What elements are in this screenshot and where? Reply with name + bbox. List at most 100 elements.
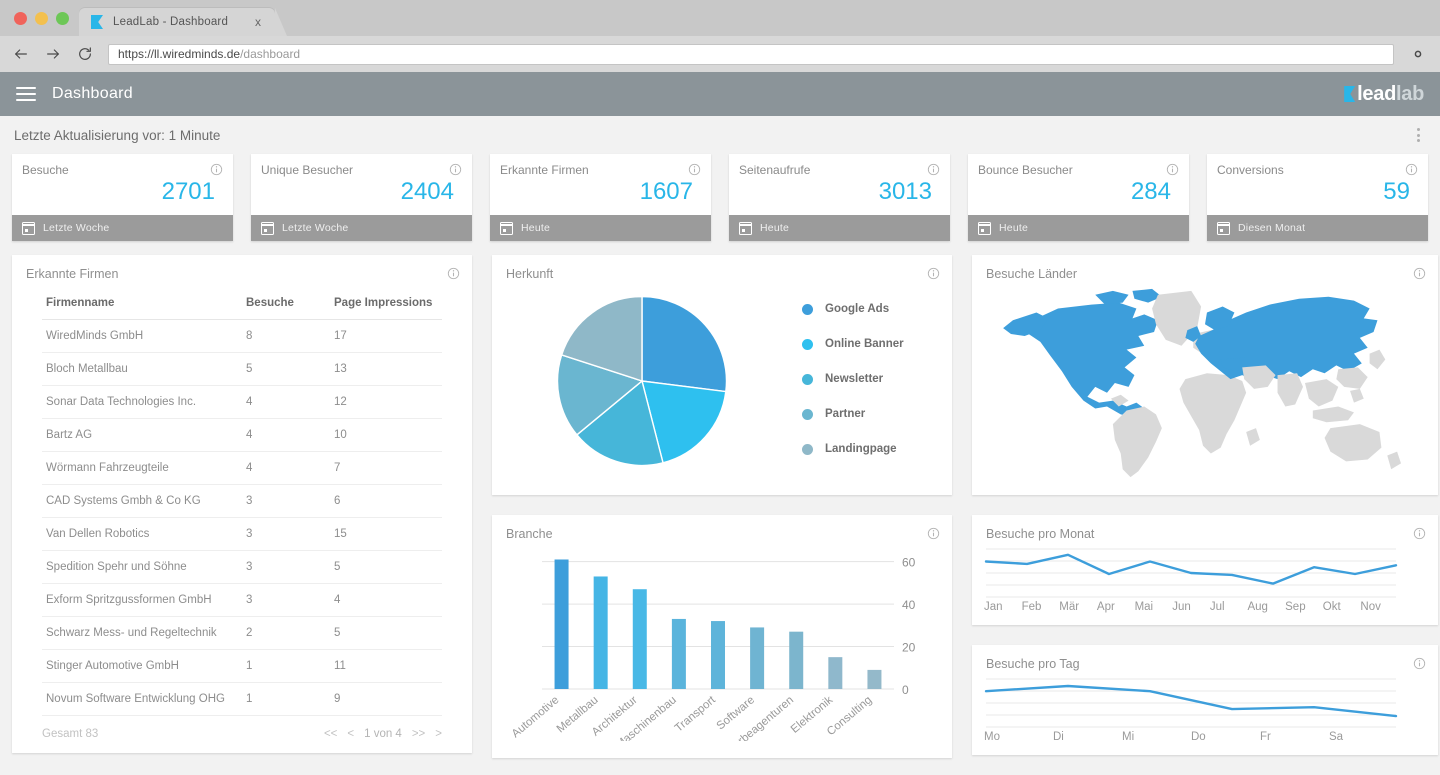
info-icon[interactable]: [210, 163, 223, 176]
day-axis-labels: Mo Di Mi Do Fr Sa: [972, 731, 1438, 743]
table-row[interactable]: Van Dellen Robotics 3 15: [42, 517, 442, 551]
table-row[interactable]: Bloch Metallbau 5 13: [42, 352, 442, 386]
info-icon[interactable]: [1413, 527, 1426, 540]
calendar-icon: [261, 221, 274, 235]
legend-swatch: [802, 443, 813, 455]
close-window-button[interactable]: [14, 11, 27, 25]
leadlab-flag-icon: [91, 15, 103, 29]
hamburger-icon[interactable]: [16, 87, 36, 101]
table-row[interactable]: Wörmann Fahrzeugteile 4 7: [42, 451, 442, 485]
cell-impressions: 5: [330, 550, 442, 584]
kpi-card-seitenaufrufe[interactable]: Seitenaufrufe 3013 Heute: [729, 154, 950, 241]
cell-company: Van Dellen Robotics: [42, 517, 242, 551]
table-row[interactable]: Spedition Spehr und Söhne 3 5: [42, 550, 442, 584]
y-tick-label: 60: [902, 556, 916, 570]
total-count: Gesamt 83: [42, 728, 99, 740]
maximize-window-button[interactable]: [56, 11, 69, 25]
table-row[interactable]: Sonar Data Technologies Inc. 4 12: [42, 385, 442, 419]
kpi-card-besuche[interactable]: Besuche 2701 Letzte Woche: [12, 154, 233, 241]
bar-werbeagenturen[interactable]: [789, 631, 804, 689]
kpi-card-unique-besucher[interactable]: Unique Besucher 2404 Letzte Woche: [251, 154, 472, 241]
close-tab-button[interactable]: x: [249, 15, 267, 29]
info-icon[interactable]: [927, 527, 940, 540]
cell-visits: 4: [242, 451, 330, 485]
first-page-button[interactable]: <<: [324, 728, 337, 740]
month-line-chart[interactable]: [972, 541, 1438, 601]
bar-chart[interactable]: 0 20 40 60 Automotive Metallbau Architektur Mas…: [506, 545, 938, 741]
kpi-card-erkannte-firmen[interactable]: Erkannte Firmen 1607 Heute: [490, 154, 711, 241]
day-line-chart[interactable]: [972, 671, 1438, 731]
bar-automotive[interactable]: [554, 559, 569, 689]
column-header-page-impressions[interactable]: Page Impressions: [330, 291, 442, 320]
x-tick: Apr: [1096, 601, 1115, 613]
legend-swatch: [802, 338, 813, 350]
bar-maschinenbau[interactable]: [671, 618, 686, 689]
panel-column-right: Besuche Länder Besuche pro Monat Jan Feb…: [972, 255, 1438, 758]
line-series[interactable]: [984, 553, 1398, 585]
info-icon[interactable]: [449, 163, 462, 176]
kpi-card-conversions[interactable]: Conversions 59 Diesen Monat: [1207, 154, 1428, 241]
panel-title: Erkannte Firmen: [26, 267, 119, 281]
kebab-menu-icon[interactable]: [1411, 122, 1426, 148]
info-icon[interactable]: [1413, 657, 1426, 670]
bar-metallbau[interactable]: [593, 576, 608, 689]
bar-transport[interactable]: [711, 621, 725, 689]
cell-impressions: 11: [330, 649, 442, 683]
next-page-button[interactable]: >: [435, 728, 442, 740]
address-bar[interactable]: https://ll.wiredminds.de/dashboard: [108, 43, 1394, 65]
back-arrow-icon[interactable]: [12, 45, 30, 63]
info-icon[interactable]: [1413, 267, 1426, 280]
cell-company: Novum Software Entwicklung OHG: [42, 682, 242, 716]
table-row[interactable]: WiredMinds GmbH 8 17: [42, 319, 442, 353]
info-icon[interactable]: [927, 267, 940, 280]
table-row[interactable]: CAD Systems Gmbh & Co KG 3 6: [42, 484, 442, 518]
minimize-window-button[interactable]: [35, 11, 48, 25]
legend-item-google-ads[interactable]: Google Ads: [802, 303, 952, 315]
cell-impressions: 7: [330, 451, 442, 485]
x-tick: Mi: [1122, 731, 1135, 743]
kpi-card-bounce-besucher[interactable]: Bounce Besucher 284 Heute: [968, 154, 1189, 241]
tab-title: LeadLab - Dashboard: [113, 16, 229, 28]
column-header-besuche[interactable]: Besuche: [242, 291, 330, 320]
legend-item-newsletter[interactable]: Newsletter: [802, 373, 952, 385]
prev-page-button[interactable]: <: [347, 728, 354, 740]
table-row[interactable]: Bartz AG 4 10: [42, 418, 442, 452]
table-row[interactable]: Novum Software Entwicklung OHG 1 9: [42, 682, 442, 716]
legend-swatch: [802, 303, 813, 315]
column-header-firmenname[interactable]: Firmenname: [42, 291, 242, 320]
legend-swatch: [802, 373, 813, 385]
region-africa: [1179, 373, 1247, 454]
forward-arrow-icon[interactable]: [44, 45, 62, 63]
table-row[interactable]: Exform Spritzgussformen GmbH 3 4: [42, 583, 442, 617]
kpi-period: Heute: [999, 222, 1029, 234]
info-icon[interactable]: [1405, 163, 1418, 176]
bar-architektur[interactable]: [632, 589, 647, 689]
bar-software[interactable]: [750, 627, 765, 689]
region-north-america: [1028, 302, 1158, 419]
bar-consulting[interactable]: [867, 669, 882, 689]
cell-visits: 3: [242, 550, 330, 584]
legend-item-landingpage[interactable]: Landingpage: [802, 443, 952, 455]
info-icon[interactable]: [927, 163, 940, 176]
kpi-label: Bounce Besucher: [978, 163, 1073, 177]
info-icon[interactable]: [1166, 163, 1179, 176]
legend-item-partner[interactable]: Partner: [802, 408, 952, 420]
table-row[interactable]: Stinger Automotive GmbH 1 11: [42, 649, 442, 683]
last-page-button[interactable]: >>: [412, 728, 425, 740]
table-row[interactable]: Schwarz Mess- und Regeltechnik 2 5: [42, 616, 442, 650]
legend-label: Newsletter: [825, 373, 884, 385]
world-map[interactable]: [972, 281, 1438, 481]
pie-slice-google-ads[interactable]: [641, 295, 728, 393]
legend-item-online-banner[interactable]: Online Banner: [802, 338, 952, 350]
panel-title: Branche: [506, 527, 553, 541]
browser-tab-bar: LeadLab - Dashboard x: [0, 0, 1440, 36]
browser-tab[interactable]: LeadLab - Dashboard x: [79, 8, 287, 36]
gear-icon[interactable]: [1408, 44, 1428, 64]
reload-icon[interactable]: [76, 45, 94, 63]
x-tick: Jan: [984, 601, 1003, 613]
bar-elektronik[interactable]: [828, 657, 843, 689]
companies-table-body: WiredMinds GmbH 8 17 Bloch Metallbau 5 13 So…: [42, 319, 442, 716]
info-icon[interactable]: [688, 163, 701, 176]
info-icon[interactable]: [447, 267, 460, 280]
pie-chart[interactable]: [492, 255, 792, 495]
